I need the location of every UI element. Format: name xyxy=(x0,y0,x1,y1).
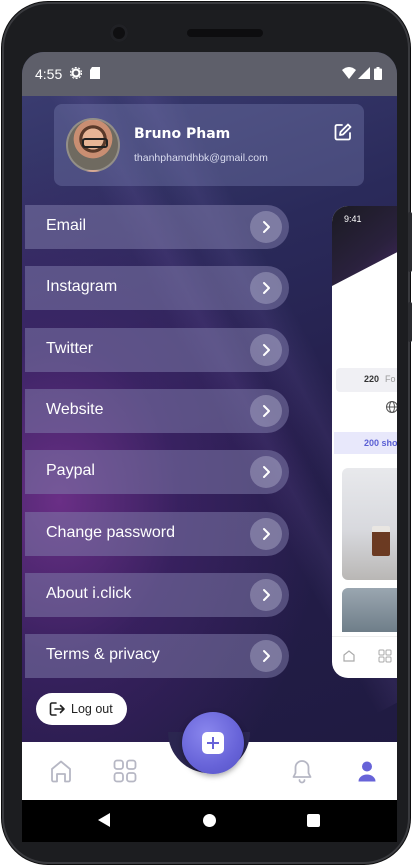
volume-button xyxy=(408,212,412,272)
chevron-right-icon[interactable] xyxy=(250,211,282,243)
menu-item-terms-privacy[interactable]: Terms & privacy xyxy=(25,634,289,678)
profile-card[interactable]: Bruno Pham thanhphamdhbk@gmail.com xyxy=(54,104,364,186)
menu-item-label: Email xyxy=(46,217,87,234)
menu-item-email[interactable]: Email xyxy=(25,205,289,249)
phone-frame: 4:55 Bruno Pham thanhphamdhbk@gmail.com … xyxy=(2,2,412,864)
chevron-right-icon[interactable] xyxy=(250,334,282,366)
status-bar: 4:55 xyxy=(22,52,397,96)
menu-item-paypal[interactable]: Paypal xyxy=(25,450,289,494)
wifi-icon xyxy=(342,67,356,79)
chevron-right-icon[interactable] xyxy=(250,272,282,304)
chevron-right-icon[interactable] xyxy=(250,456,282,488)
preview-bottom-nav xyxy=(332,636,397,678)
preview-shot-image xyxy=(342,468,397,580)
sd-card-status-icon xyxy=(90,67,100,79)
menu-item-label: Website xyxy=(46,401,104,418)
logout-icon xyxy=(49,702,65,716)
signal-icon xyxy=(358,67,370,79)
user-icon[interactable] xyxy=(354,758,380,784)
avatar[interactable] xyxy=(66,118,120,172)
home-icon xyxy=(343,650,355,662)
grid-icon[interactable] xyxy=(112,758,138,784)
logout-button[interactable]: Log out xyxy=(36,693,127,725)
preview-stat-label: Fo xyxy=(385,374,396,384)
menu-item-label: About i.click xyxy=(46,585,132,602)
back-icon[interactable] xyxy=(98,813,110,827)
menu-item-website[interactable]: Website xyxy=(25,389,289,433)
menu-item-twitter[interactable]: Twitter xyxy=(25,328,289,372)
add-button[interactable] xyxy=(182,712,244,774)
chevron-right-icon[interactable] xyxy=(250,579,282,611)
preview-shot-image xyxy=(342,588,397,632)
grid-icon xyxy=(378,649,392,663)
chevron-right-icon[interactable] xyxy=(250,395,282,427)
logout-label: Log out xyxy=(71,702,113,716)
profile-email: thanhphamdhbk@gmail.com xyxy=(134,152,268,164)
home-icon[interactable] xyxy=(48,758,74,784)
app-screen: 4:55 Bruno Pham thanhphamdhbk@gmail.com … xyxy=(22,52,397,800)
main-screen-preview[interactable]: 9:41 220 Fo 200 sho xyxy=(332,206,397,678)
chevron-right-icon[interactable] xyxy=(250,640,282,672)
status-time: 4:55 xyxy=(35,66,63,82)
preview-shots-bar: 200 sho xyxy=(334,432,397,454)
settings-status-icon xyxy=(70,67,82,79)
preview-stats: 220 Fo xyxy=(336,368,397,392)
preview-stat-value: 220 xyxy=(364,374,380,384)
menu-item-label: Paypal xyxy=(46,462,95,479)
earpiece-speaker xyxy=(187,29,263,37)
chevron-right-icon[interactable] xyxy=(250,518,282,550)
menu-item-label: Terms & privacy xyxy=(46,646,160,663)
menu-item-change-password[interactable]: Change password xyxy=(25,512,289,556)
preview-time: 9:41 xyxy=(344,214,362,224)
bell-icon[interactable] xyxy=(289,758,315,784)
menu-item-label: Instagram xyxy=(46,278,118,295)
preview-header xyxy=(332,206,397,286)
add-icon xyxy=(202,732,224,754)
home-button-icon[interactable] xyxy=(203,814,216,827)
recents-icon[interactable] xyxy=(307,814,320,827)
menu-item-label: Twitter xyxy=(46,340,94,357)
front-camera xyxy=(110,24,128,42)
globe-icon xyxy=(386,401,397,413)
menu-item-instagram[interactable]: Instagram xyxy=(25,266,289,310)
edit-icon[interactable] xyxy=(333,122,353,142)
power-button xyxy=(408,302,412,342)
menu-item-label: Change password xyxy=(46,524,175,541)
preview-shots-label: 200 sho xyxy=(364,438,397,448)
battery-icon xyxy=(374,67,382,80)
menu-item-about[interactable]: About i.click xyxy=(25,573,289,617)
system-nav-bar xyxy=(22,800,397,842)
profile-name: Bruno Pham xyxy=(134,126,231,142)
